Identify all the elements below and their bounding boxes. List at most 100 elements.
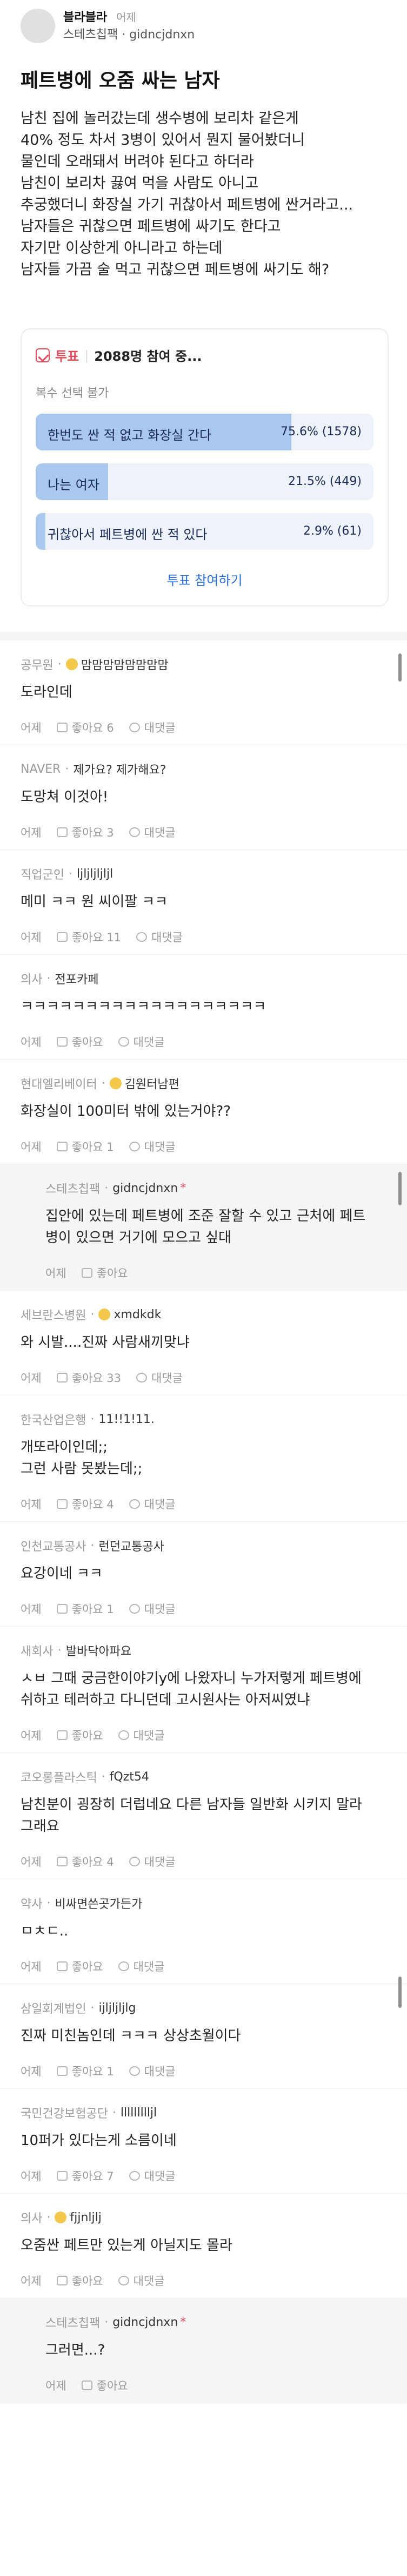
- like-button[interactable]: 좋아요 3: [72, 824, 114, 840]
- reply-button[interactable]: 대댓글: [144, 2168, 176, 2184]
- reply-button[interactable]: 대댓글: [134, 1727, 165, 1743]
- like-icon[interactable]: [56, 1142, 68, 1151]
- like-icon[interactable]: [56, 2066, 68, 2076]
- comment-company[interactable]: 한국산업은행: [21, 1411, 86, 1428]
- reply-icon[interactable]: [118, 2276, 129, 2285]
- like-icon[interactable]: [56, 1373, 68, 1383]
- reply-icon[interactable]: [118, 1961, 129, 1971]
- reply-button[interactable]: 대댓글: [134, 1958, 165, 1974]
- reply-button[interactable]: 대댓글: [144, 1853, 176, 1870]
- like-icon[interactable]: [56, 1037, 68, 1047]
- comment-company[interactable]: 약사: [21, 1894, 42, 1912]
- comment-nickname[interactable]: llllllllljl: [121, 2106, 157, 2120]
- scrollbar-thumb[interactable]: [398, 1977, 402, 2008]
- reply-button[interactable]: 대댓글: [151, 1370, 183, 1386]
- comment-nickname[interactable]: 제가요? 제가해요?: [73, 760, 166, 778]
- like-button[interactable]: 좋아요: [72, 1034, 103, 1050]
- reply-icon[interactable]: [129, 2066, 140, 2076]
- comment-nickname[interactable]: 런던교통공사: [98, 1537, 164, 1554]
- comment-company[interactable]: 국민건강보험공단: [21, 2104, 108, 2121]
- comment-nickname[interactable]: fjjnljlj: [70, 2211, 101, 2224]
- comment-nickname[interactable]: ijljljljlg: [98, 2001, 136, 2015]
- reply-button[interactable]: 대댓글: [144, 1496, 176, 1512]
- like-icon[interactable]: [56, 1961, 68, 1971]
- comment-company[interactable]: 세브란스병원: [21, 1306, 86, 1323]
- reply-icon[interactable]: [129, 2171, 140, 2181]
- poll-option[interactable]: 한번도 싼 적 없고 화장실 간다 75.6% (1578): [36, 414, 373, 450]
- author-name[interactable]: 블라블라: [63, 8, 107, 25]
- comment-company[interactable]: 현대엘리베이터: [21, 1075, 97, 1092]
- like-button[interactable]: 좋아요: [72, 2272, 103, 2289]
- like-icon[interactable]: [81, 2381, 92, 2390]
- reply-icon[interactable]: [129, 827, 140, 837]
- comment-nickname[interactable]: ljljljljljl: [77, 867, 113, 881]
- comment-company[interactable]: 스테츠칩팩: [45, 1179, 100, 1197]
- like-icon[interactable]: [56, 2171, 68, 2181]
- comment-company[interactable]: NAVER: [21, 763, 61, 776]
- comment-company[interactable]: 코오롱플라스틱: [21, 1768, 97, 1785]
- reply-button[interactable]: 대댓글: [144, 1138, 176, 1155]
- comment-company[interactable]: 스테츠칩팩: [45, 2314, 100, 2331]
- comment-nickname[interactable]: 11!!1!11.: [98, 1413, 154, 1426]
- reply-button[interactable]: 대댓글: [144, 1601, 176, 1617]
- comment-company[interactable]: 직업군인: [21, 865, 64, 882]
- comment-nickname[interactable]: gidncjdnxn: [112, 1182, 178, 1195]
- author-avatar[interactable]: [21, 9, 55, 43]
- like-button[interactable]: 좋아요 1: [72, 1138, 114, 1155]
- like-button[interactable]: 좋아요 1: [72, 1601, 114, 1617]
- like-icon[interactable]: [56, 827, 68, 837]
- poll-option[interactable]: 나는 여자 21.5% (449): [36, 463, 373, 500]
- reply-icon[interactable]: [129, 723, 140, 732]
- reply-icon[interactable]: [129, 1604, 140, 1614]
- comment-company[interactable]: 의사: [21, 2209, 42, 2226]
- like-button[interactable]: 좋아요: [72, 1727, 103, 1743]
- comment-company[interactable]: 의사: [21, 970, 42, 987]
- like-button[interactable]: 좋아요 4: [72, 1853, 114, 1870]
- comment-nickname[interactable]: xmdkdk: [114, 1308, 161, 1321]
- reply-button[interactable]: 대댓글: [144, 2063, 176, 2079]
- reply-icon[interactable]: [136, 1373, 147, 1383]
- like-icon[interactable]: [56, 1857, 68, 1866]
- reply-button[interactable]: 대댓글: [134, 1034, 165, 1050]
- like-icon[interactable]: [56, 932, 68, 942]
- comment-company[interactable]: 인천교통공사: [21, 1537, 86, 1554]
- comment-company[interactable]: 새회사: [21, 1642, 54, 1659]
- like-icon[interactable]: [56, 1604, 68, 1614]
- scrollbar-thumb[interactable]: [398, 653, 402, 682]
- comment-nickname[interactable]: 발바닥아파요: [66, 1642, 131, 1659]
- like-button[interactable]: 좋아요 6: [72, 719, 114, 736]
- comment-nickname[interactable]: fQzt54: [110, 1770, 149, 1784]
- like-icon[interactable]: [56, 1499, 68, 1509]
- comment-company[interactable]: 삼일회계법인: [21, 1999, 86, 2017]
- comment-nickname[interactable]: 맘맘맘맘맘맘맘맘: [81, 656, 169, 673]
- reply-icon[interactable]: [136, 932, 147, 942]
- like-button[interactable]: 좋아요 33: [72, 1370, 121, 1386]
- scrollbar-thumb[interactable]: [398, 1172, 402, 1205]
- like-icon[interactable]: [81, 1268, 92, 1278]
- reply-icon[interactable]: [118, 1730, 129, 1740]
- like-button[interactable]: 좋아요: [97, 1265, 128, 1281]
- vote-button[interactable]: 투표 참여하기: [22, 570, 388, 589]
- poll-option[interactable]: 귀찮아서 페트병에 싼 적 있다 2.9% (61): [36, 513, 373, 550]
- like-icon[interactable]: [56, 1730, 68, 1740]
- like-button[interactable]: 좋아요 4: [72, 1496, 114, 1512]
- reply-button[interactable]: 대댓글: [144, 719, 176, 736]
- reply-icon[interactable]: [118, 1037, 129, 1047]
- like-button[interactable]: 좋아요 11: [72, 929, 121, 945]
- reply-button[interactable]: 대댓글: [144, 824, 176, 840]
- like-button[interactable]: 좋아요 7: [72, 2168, 114, 2184]
- comment-nickname[interactable]: 김원터남편: [125, 1075, 179, 1092]
- comment-nickname[interactable]: 비싸면쓴곳가든가: [55, 1894, 142, 1912]
- like-button[interactable]: 좋아요: [97, 2377, 128, 2393]
- like-icon[interactable]: [56, 723, 68, 732]
- reply-icon[interactable]: [129, 1499, 140, 1509]
- like-button[interactable]: 좋아요 1: [72, 2063, 114, 2079]
- reply-button[interactable]: 대댓글: [134, 2272, 165, 2289]
- like-icon[interactable]: [56, 2276, 68, 2285]
- reply-button[interactable]: 대댓글: [151, 929, 183, 945]
- comment-nickname[interactable]: 전포카페: [55, 970, 98, 987]
- comment-company[interactable]: 공무원: [21, 656, 54, 673]
- reply-icon[interactable]: [129, 1142, 140, 1151]
- comment-nickname[interactable]: gidncjdnxn: [112, 2316, 178, 2329]
- reply-icon[interactable]: [129, 1857, 140, 1866]
